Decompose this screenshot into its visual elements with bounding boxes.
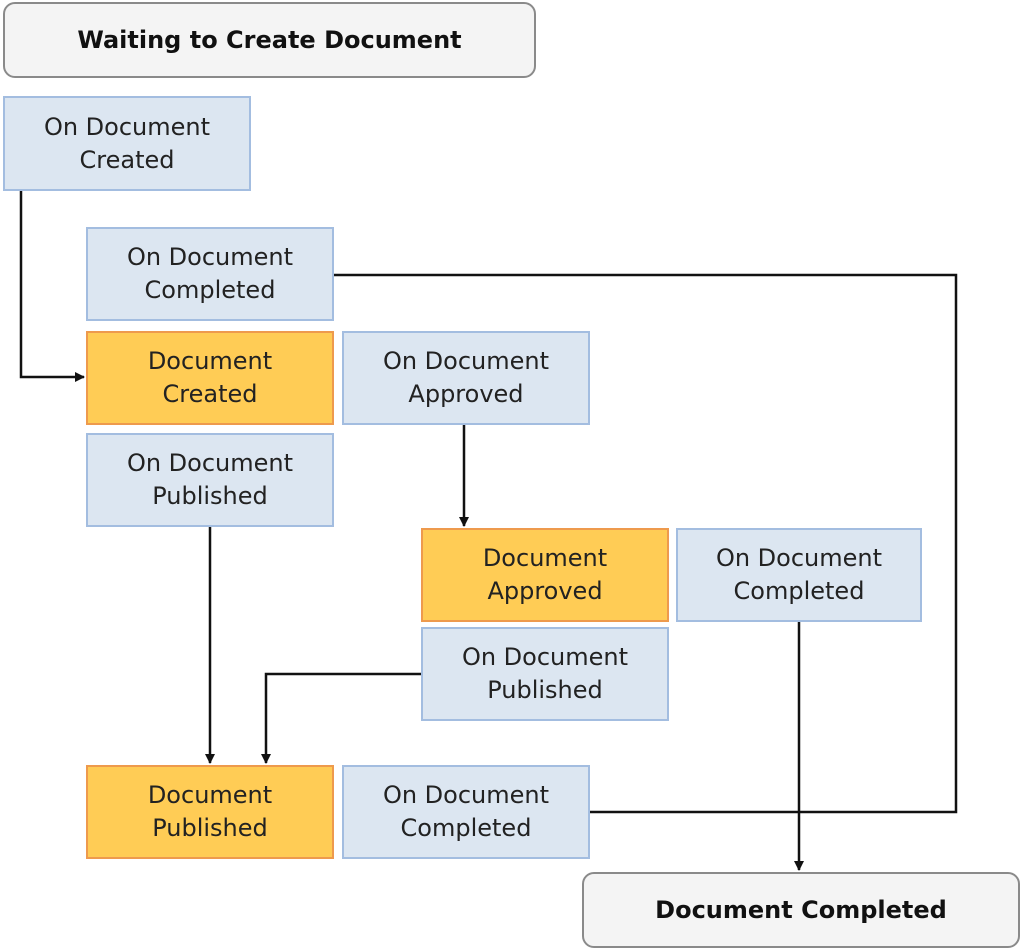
event-on-document-published-2: On Document Published [421, 627, 669, 721]
state-document-published: Document Published [86, 765, 334, 859]
event-on-document-completed-2: On Document Completed [676, 528, 922, 622]
state-document-approved: Document Approved [421, 528, 669, 622]
end-state: Document Completed [582, 872, 1020, 948]
state-document-created: Document Created [86, 331, 334, 425]
event-on-document-completed-1: On Document Completed [86, 227, 334, 321]
event-on-document-published-1: On Document Published [86, 433, 334, 527]
event-on-document-created: On Document Created [3, 96, 251, 191]
arrow-created-to-doc-created [19, 191, 85, 382]
start-state: Waiting to Create Document [3, 2, 536, 78]
event-on-document-completed-3: On Document Completed [342, 765, 590, 859]
arrow-published2-to-doc-published [261, 672, 421, 764]
event-on-document-approved: On Document Approved [342, 331, 590, 425]
